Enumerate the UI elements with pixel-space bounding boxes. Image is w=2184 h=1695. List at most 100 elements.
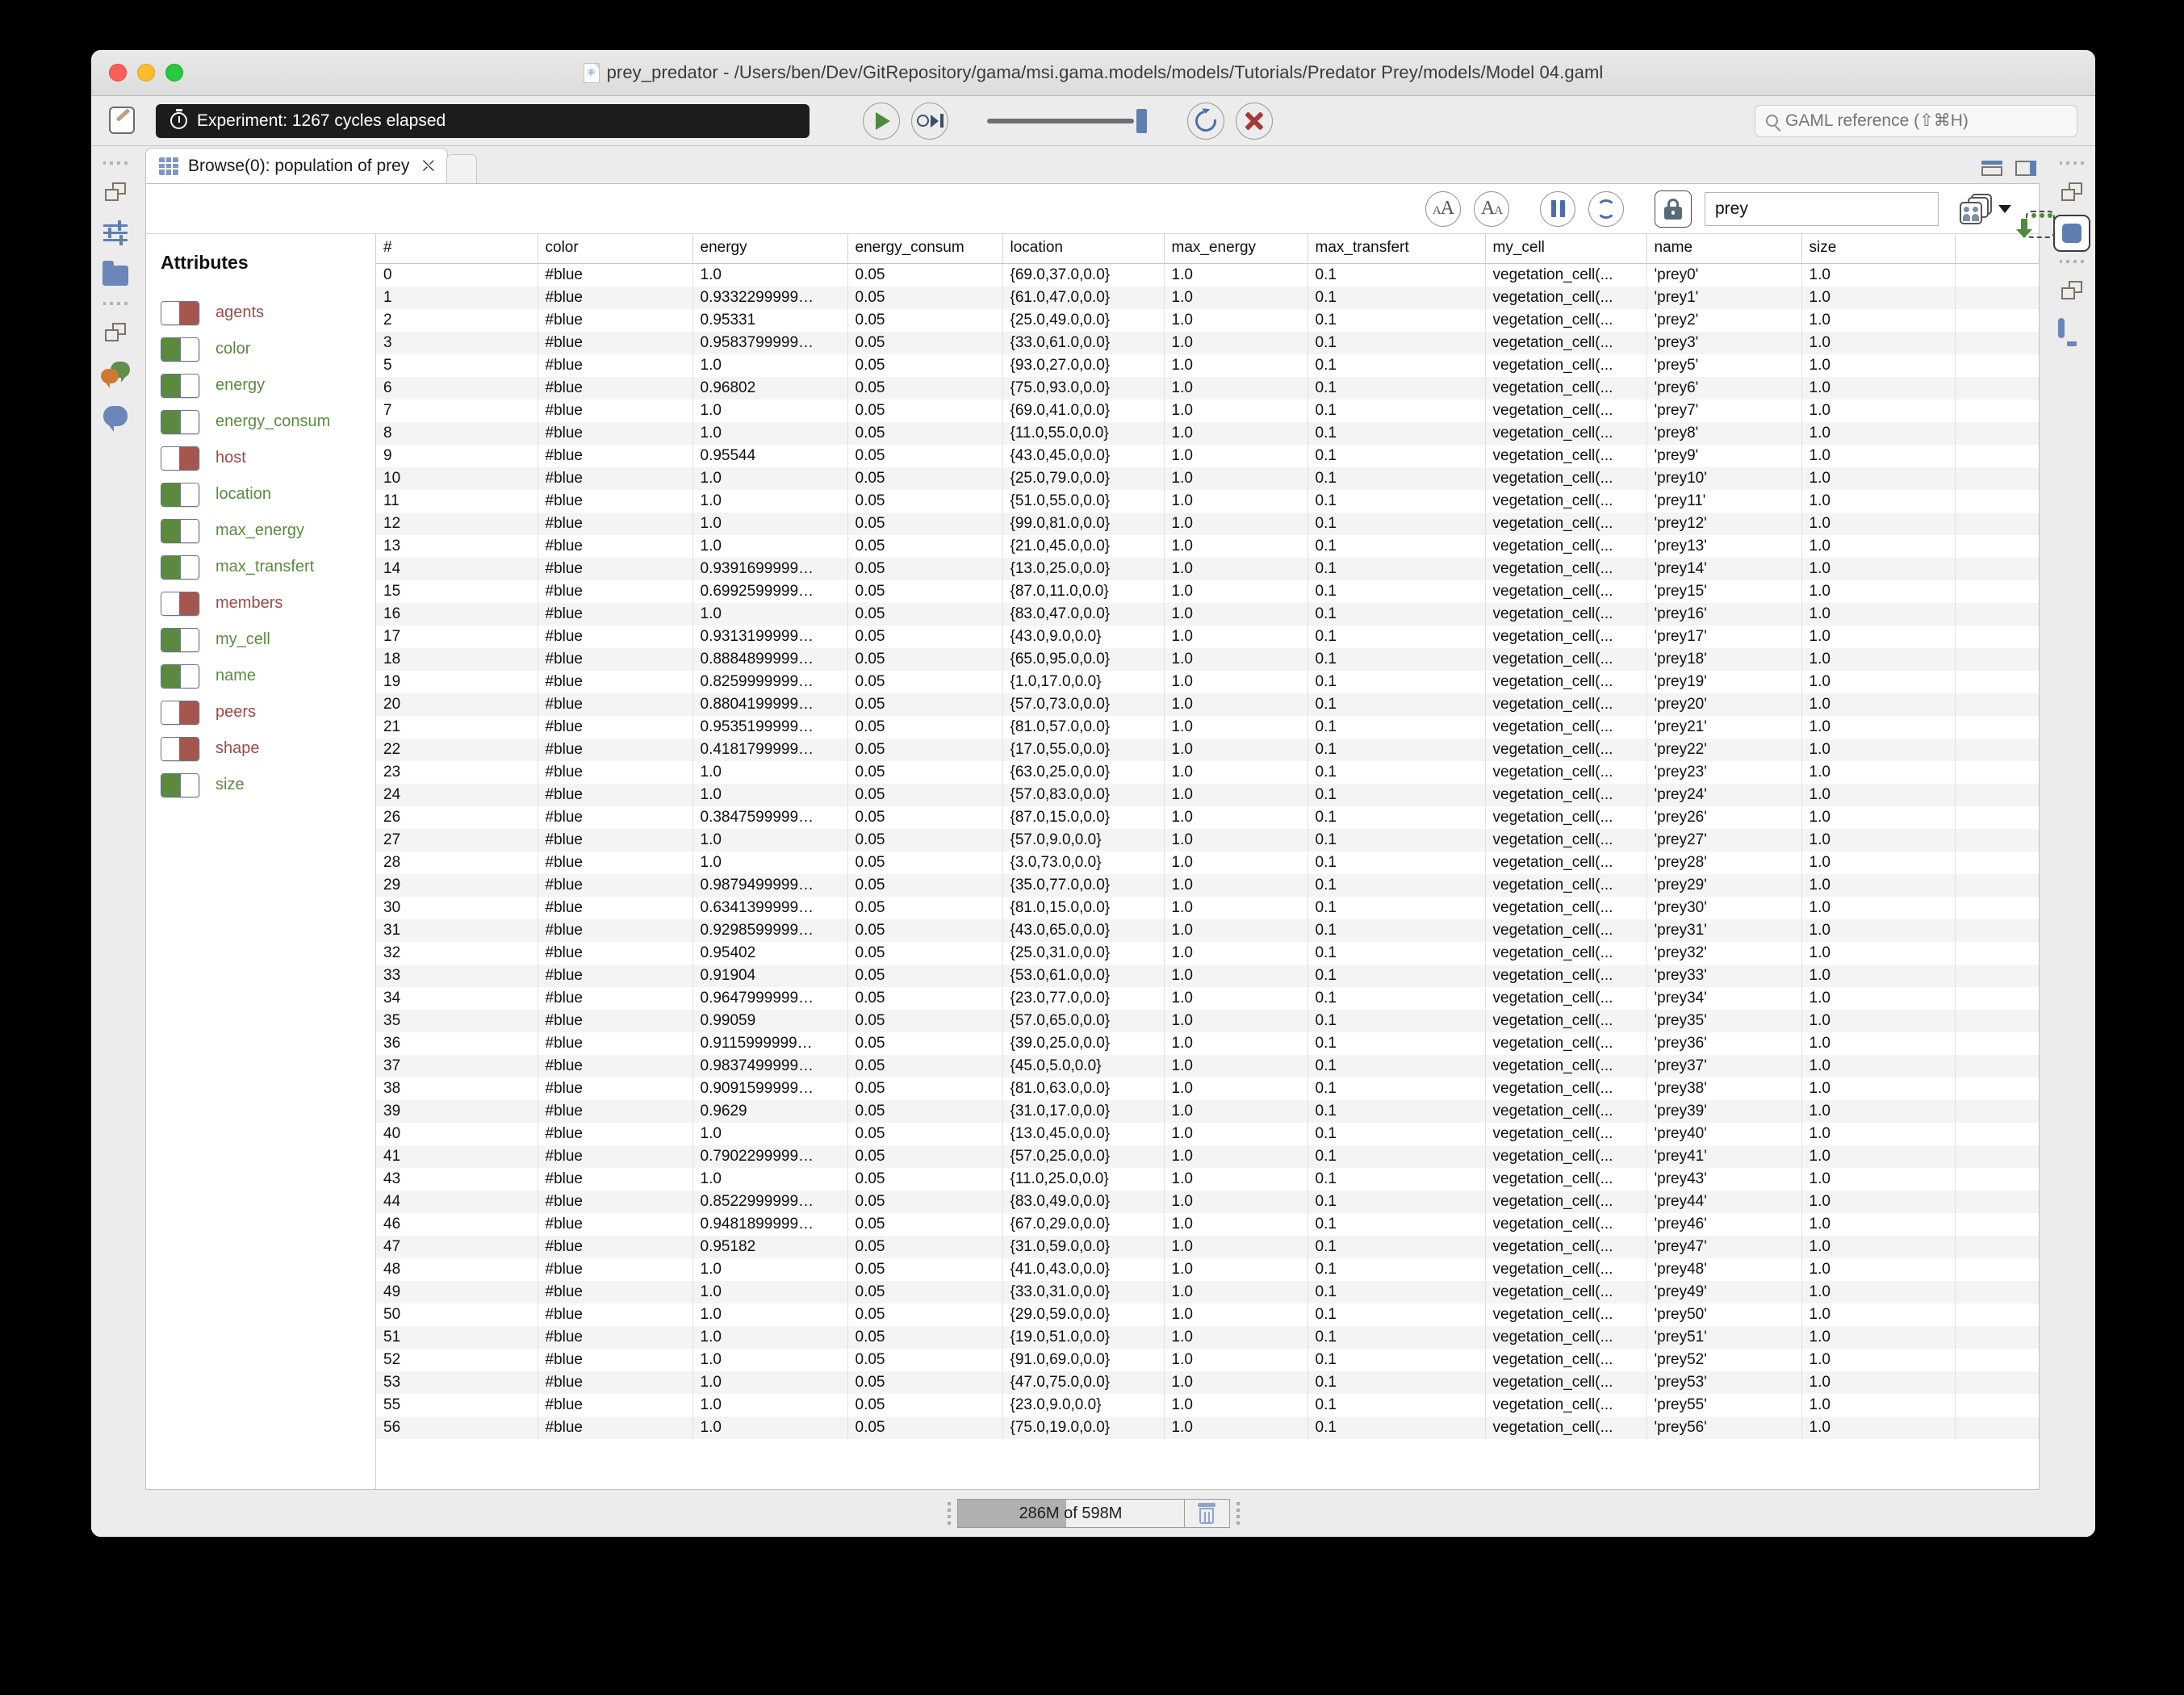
table-row[interactable]: 41 #blue 0.7902299999… 0.05 {57.0,25.0,0.0} 1…: [376, 1145, 2039, 1168]
simulation-speed-slider[interactable]: [987, 108, 1148, 133]
column-header[interactable]: energy_consum: [847, 234, 1003, 264]
table-row[interactable]: 22 #blue 0.4181799999… 0.05 {17.0,55.0,0.0} 1…: [376, 739, 2039, 761]
table-row[interactable]: 18 #blue 0.8884899999… 0.05 {65.0,95.0,0.0} 1…: [376, 648, 2039, 671]
attribute-row[interactable]: name: [161, 658, 375, 694]
run-gc-button[interactable]: [1183, 1500, 1229, 1527]
attribute-row[interactable]: agents: [161, 295, 375, 331]
attribute-row[interactable]: my_cell: [161, 622, 375, 658]
agents-menu[interactable]: [1960, 193, 2011, 224]
attribute-row[interactable]: location: [161, 476, 375, 513]
column-header[interactable]: max_transfert: [1307, 234, 1486, 264]
gaml-search-input[interactable]: [1785, 111, 2052, 131]
table-row[interactable]: 46 #blue 0.9481899999… 0.05 {67.0,29.0,0.0} 1…: [376, 1213, 2039, 1236]
table-row[interactable]: 13 #blue 1.0 0.05 {21.0,45.0,0.0} 1.0 0.1 veget…: [376, 535, 2039, 558]
attribute-toggle[interactable]: [161, 555, 199, 580]
table-row[interactable]: 39 #blue 0.9629 0.05 {31.0,17.0,0.0} 1.0 0.1 ve…: [376, 1100, 2039, 1123]
table-row[interactable]: 40 #blue 1.0 0.05 {13.0,45.0,0.0} 1.0 0.1 veget…: [376, 1123, 2039, 1145]
pause-view-button[interactable]: [1540, 190, 1575, 227]
table-row[interactable]: 33 #blue 0.91904 0.05 {53.0,61.0,0.0} 1.0 0.1 v…: [376, 965, 2039, 987]
heap-monitor[interactable]: 286M of 598M: [956, 1499, 1230, 1528]
close-window-button[interactable]: [109, 64, 127, 82]
table-row[interactable]: 11 #blue 1.0 0.05 {51.0,55.0,0.0} 1.0 0.1 veget…: [376, 490, 2039, 513]
attribute-toggle[interactable]: [161, 627, 199, 652]
stop-button[interactable]: [1236, 102, 1273, 140]
gaml-reference-search[interactable]: [1755, 104, 2077, 137]
right-rail-display-button[interactable]: [2051, 311, 2093, 353]
column-header[interactable]: max_energy: [1164, 234, 1308, 264]
table-row[interactable]: 28 #blue 1.0 0.05 {3.0,73.0,0.0} 1.0 0.1 vegeta…: [376, 852, 2039, 874]
rail-console-button[interactable]: [94, 353, 136, 395]
attribute-row[interactable]: max_energy: [161, 513, 375, 549]
attribute-toggle[interactable]: [161, 482, 199, 507]
table-row[interactable]: 16 #blue 1.0 0.05 {83.0,47.0,0.0} 1.0 0.1 veget…: [376, 603, 2039, 626]
column-header[interactable]: size: [1801, 234, 1956, 264]
table-row[interactable]: 29 #blue 0.9879499999… 0.05 {35.0,77.0,0.0} 1…: [376, 874, 2039, 897]
table-row[interactable]: 43 #blue 1.0 0.05 {11.0,25.0,0.0} 1.0 0.1 veget…: [376, 1168, 2039, 1191]
attribute-toggle[interactable]: [161, 700, 199, 725]
table-row[interactable]: 55 #blue 1.0 0.05 {23.0,9.0,0.0} 1.0 0.1 vegeta…: [376, 1394, 2039, 1417]
table-row[interactable]: 8 #blue 1.0 0.05 {11.0,55.0,0.0} 1.0 0.1 vegeta…: [376, 422, 2039, 445]
column-header[interactable]: my_cell: [1485, 234, 1647, 264]
right-rail-restore-button[interactable]: [2051, 170, 2093, 212]
refresh-view-button[interactable]: [1588, 190, 1624, 227]
table-row[interactable]: 15 #blue 0.6992599999… 0.05 {87.0,11.0,0.0} 1…: [376, 580, 2039, 603]
table-row[interactable]: 7 #blue 1.0 0.05 {69.0,41.0,0.0} 1.0 0.1 vegeta…: [376, 400, 2039, 422]
attribute-row[interactable]: energy: [161, 367, 375, 404]
attribute-toggle[interactable]: [161, 300, 199, 325]
table-row[interactable]: 9 #blue 0.95544 0.05 {43.0,45.0,0.0} 1.0 0.1 ve…: [376, 445, 2039, 467]
table-row[interactable]: 24 #blue 1.0 0.05 {57.0,83.0,0.0} 1.0 0.1 veget…: [376, 784, 2039, 806]
table-row[interactable]: 53 #blue 1.0 0.05 {47.0,75.0,0.0} 1.0 0.1 veget…: [376, 1371, 2039, 1394]
rail-navigator-button[interactable]: [94, 254, 136, 296]
table-row[interactable]: 36 #blue 0.9115999999… 0.05 {39.0,25.0,0.0} 1…: [376, 1032, 2039, 1055]
lock-view-button[interactable]: [1655, 190, 1692, 228]
attribute-toggle[interactable]: [161, 373, 199, 398]
right-rail-restore-button-2[interactable]: [2051, 269, 2093, 311]
attribute-row[interactable]: size: [161, 767, 375, 803]
column-header[interactable]: energy: [692, 234, 848, 264]
table-row[interactable]: 5 #blue 1.0 0.05 {93.0,27.0,0.0} 1.0 0.1 vegeta…: [376, 354, 2039, 377]
table-row[interactable]: 21 #blue 0.9535199999… 0.05 {81.0,57.0,0.0} 1…: [376, 716, 2039, 739]
reload-button[interactable]: [1187, 102, 1224, 140]
step-button[interactable]: [911, 102, 948, 140]
table-row[interactable]: 48 #blue 1.0 0.05 {41.0,43.0,0.0} 1.0 0.1 veget…: [376, 1258, 2039, 1281]
minimize-window-button[interactable]: [137, 64, 155, 82]
table-row[interactable]: 44 #blue 0.8522999999… 0.05 {83.0,49.0,0.0} 1…: [376, 1191, 2039, 1213]
table-row[interactable]: 10 #blue 1.0 0.05 {25.0,79.0,0.0} 1.0 0.1 veget…: [376, 467, 2039, 490]
table-row[interactable]: 20 #blue 0.8804199999… 0.05 {57.0,73.0,0.0} 1…: [376, 693, 2039, 716]
tab-browse-population-of-prey[interactable]: Browse(0): population of prey ⛌: [145, 148, 449, 183]
table-row[interactable]: 19 #blue 0.8259999999… 0.05 {1.0,17.0,0.0} 1.…: [376, 671, 2039, 693]
rail-restore-views-button-2[interactable]: [94, 311, 136, 353]
maximize-view-icon[interactable]: [1981, 161, 2002, 177]
attribute-row[interactable]: shape: [161, 730, 375, 767]
run-button[interactable]: [863, 102, 900, 140]
table-row[interactable]: 49 #blue 1.0 0.05 {33.0,31.0,0.0} 1.0 0.1 veget…: [376, 1281, 2039, 1304]
filter-field[interactable]: [1705, 191, 1939, 226]
right-rail-browse-button[interactable]: [2051, 212, 2093, 254]
tab-close-icon[interactable]: ⛌: [422, 158, 434, 174]
attribute-toggle[interactable]: [161, 518, 199, 543]
attribute-toggle[interactable]: [161, 446, 199, 471]
rail-parameters-button[interactable]: [94, 212, 136, 254]
table-row[interactable]: 35 #blue 0.99059 0.05 {57.0,65.0,0.0} 1.0 0.1 v…: [376, 1010, 2039, 1032]
column-header[interactable]: name: [1646, 234, 1802, 264]
table-row[interactable]: 37 #blue 0.9837499999… 0.05 {45.0,5.0,0.0} 1.…: [376, 1055, 2039, 1078]
table-row[interactable]: 26 #blue 0.3847599999… 0.05 {87.0,15.0,0.0} 1…: [376, 806, 2039, 829]
table-row[interactable]: 56 #blue 1.0 0.05 {75.0,19.0,0.0} 1.0 0.1 veget…: [376, 1417, 2039, 1439]
attribute-row[interactable]: members: [161, 585, 375, 622]
attribute-toggle[interactable]: [161, 736, 199, 761]
window-controls[interactable]: [109, 64, 183, 82]
attribute-row[interactable]: energy_consum: [161, 404, 375, 440]
table-row[interactable]: 38 #blue 0.9091599999… 0.05 {81.0,63.0,0.0} 1…: [376, 1078, 2039, 1100]
split-view-icon[interactable]: [2015, 161, 2036, 177]
chevron-down-icon[interactable]: [1998, 204, 2011, 213]
table-row[interactable]: 27 #blue 1.0 0.05 {57.0,9.0,0.0} 1.0 0.1 vegeta…: [376, 829, 2039, 852]
table-row[interactable]: 14 #blue 0.9391699999… 0.05 {13.0,25.0,0.0} 1…: [376, 558, 2039, 580]
attribute-toggle[interactable]: [161, 591, 199, 616]
tab-overflow-placeholder[interactable]: [446, 154, 478, 183]
decrease-font-button[interactable]: AA: [1474, 190, 1509, 227]
rail-restore-views-button[interactable]: [94, 170, 136, 212]
edit-model-button[interactable]: [106, 105, 141, 137]
table-row[interactable]: 1 #blue 0.9332299999… 0.05 {61.0,47.0,0.0} 1.…: [376, 287, 2039, 309]
table-row[interactable]: 51 #blue 1.0 0.05 {19.0,51.0,0.0} 1.0 0.1 veget…: [376, 1326, 2039, 1349]
table-row[interactable]: 3 #blue 0.9583799999… 0.05 {33.0,61.0,0.0} 1.…: [376, 332, 2039, 354]
